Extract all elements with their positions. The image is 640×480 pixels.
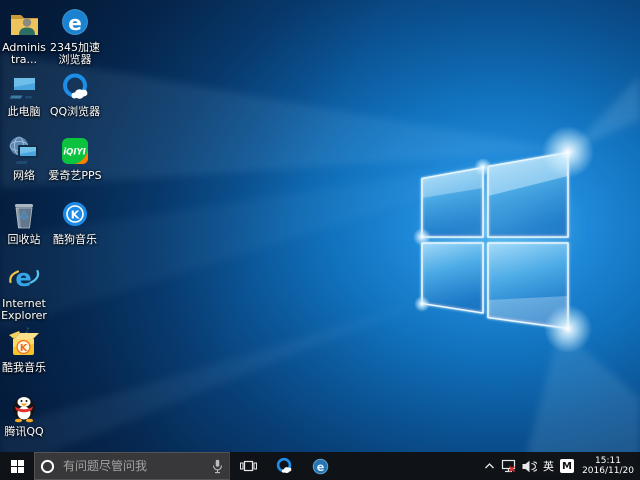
- desktop-icon-2345-browser[interactable]: e 2345加速浏览器: [45, 6, 105, 66]
- desktop-icon-administrator[interactable]: Administra...: [0, 6, 48, 66]
- qq-browser-taskbar-icon: [274, 456, 294, 476]
- speaker-icon: [522, 460, 537, 473]
- 2345-browser-icon: e: [58, 6, 92, 40]
- microphone-icon[interactable]: [212, 459, 223, 474]
- icon-label: Administra...: [0, 42, 48, 66]
- taskbar-qq-browser-button[interactable]: [266, 452, 302, 480]
- svg-text:e: e: [316, 460, 324, 473]
- icon-label: 爱奇艺PPS: [48, 170, 101, 182]
- task-view-icon: [240, 459, 257, 473]
- desktop-icon-recycle-bin[interactable]: 回收站: [0, 198, 48, 246]
- cortana-icon: [40, 459, 55, 474]
- desktop-icon-kuwo-music[interactable]: K ♪ 酷我音乐: [0, 326, 48, 374]
- clock-date: 2016/11/20: [579, 466, 637, 476]
- svg-text:♪: ♪: [24, 326, 29, 335]
- system-tray: 英 M 15:11 2016/11/20: [484, 452, 640, 480]
- network-disconnected-icon: [500, 459, 517, 474]
- task-view-button[interactable]: [230, 452, 266, 480]
- svg-text:e: e: [15, 264, 31, 292]
- qq-browser-icon: [58, 70, 92, 104]
- windows-start-icon: [11, 460, 24, 473]
- internet-explorer-icon: e: [7, 262, 41, 296]
- desktop-icon-internet-explorer[interactable]: e Internet Explorer: [0, 262, 48, 322]
- svg-text:K: K: [71, 209, 80, 222]
- tray-language-indicator[interactable]: 英: [542, 452, 555, 480]
- chevron-up-icon: [484, 462, 495, 470]
- 2345-browser-taskbar-icon: e: [311, 457, 330, 476]
- kugou-music-icon: K: [58, 198, 92, 232]
- icon-label: 网络: [13, 170, 35, 182]
- taskbar-clock[interactable]: 15:11 2016/11/20: [579, 456, 637, 476]
- tray-show-hidden-icons[interactable]: [484, 452, 495, 480]
- tray-volume[interactable]: [522, 452, 537, 480]
- search-input[interactable]: [61, 458, 212, 474]
- iqiyi-pps-icon: iQIYI: [58, 134, 92, 168]
- icon-label: 腾讯QQ: [4, 426, 43, 438]
- desktop-icon-iqiyi-pps[interactable]: iQIYI 爱奇艺PPS: [45, 134, 105, 182]
- ime-mode-icon: M: [560, 459, 574, 473]
- icon-label: QQ浏览器: [50, 106, 100, 118]
- taskbar-2345-browser-button[interactable]: e: [302, 452, 338, 480]
- icon-label: 此电脑: [8, 106, 41, 118]
- this-pc-icon: [7, 70, 41, 104]
- desktop-icon-this-pc[interactable]: 此电脑: [0, 70, 48, 118]
- svg-text:K: K: [20, 343, 28, 354]
- recycle-bin-icon: [7, 198, 41, 232]
- svg-text:iQIYI: iQIYI: [63, 148, 86, 158]
- icon-label: Internet Explorer: [0, 298, 48, 322]
- taskbar: e 英 M: [0, 452, 640, 480]
- user-folder-icon: [7, 6, 41, 40]
- desktop-icon-qq-browser[interactable]: QQ浏览器: [45, 70, 105, 118]
- tencent-qq-icon: [7, 390, 41, 424]
- desktop-icon-tencent-qq[interactable]: 腾讯QQ: [0, 390, 48, 438]
- desktop-icon-network[interactable]: 网络: [0, 134, 48, 182]
- tray-ime-indicator[interactable]: M: [560, 452, 574, 480]
- icon-label: 酷狗音乐: [53, 234, 97, 246]
- desktop-icon-kugou-music[interactable]: K 酷狗音乐: [45, 198, 105, 246]
- network-icon: [7, 134, 41, 168]
- taskbar-search-box[interactable]: [34, 452, 230, 480]
- clock-time: 15:11: [579, 456, 637, 466]
- icon-label: 2345加速浏览器: [45, 42, 105, 66]
- icon-label: 回收站: [8, 234, 41, 246]
- svg-text:e: e: [68, 11, 82, 35]
- tray-network-status[interactable]: [500, 452, 517, 480]
- start-button[interactable]: [0, 452, 34, 480]
- icon-label: 酷我音乐: [2, 362, 46, 374]
- kuwo-music-icon: K ♪: [7, 326, 41, 360]
